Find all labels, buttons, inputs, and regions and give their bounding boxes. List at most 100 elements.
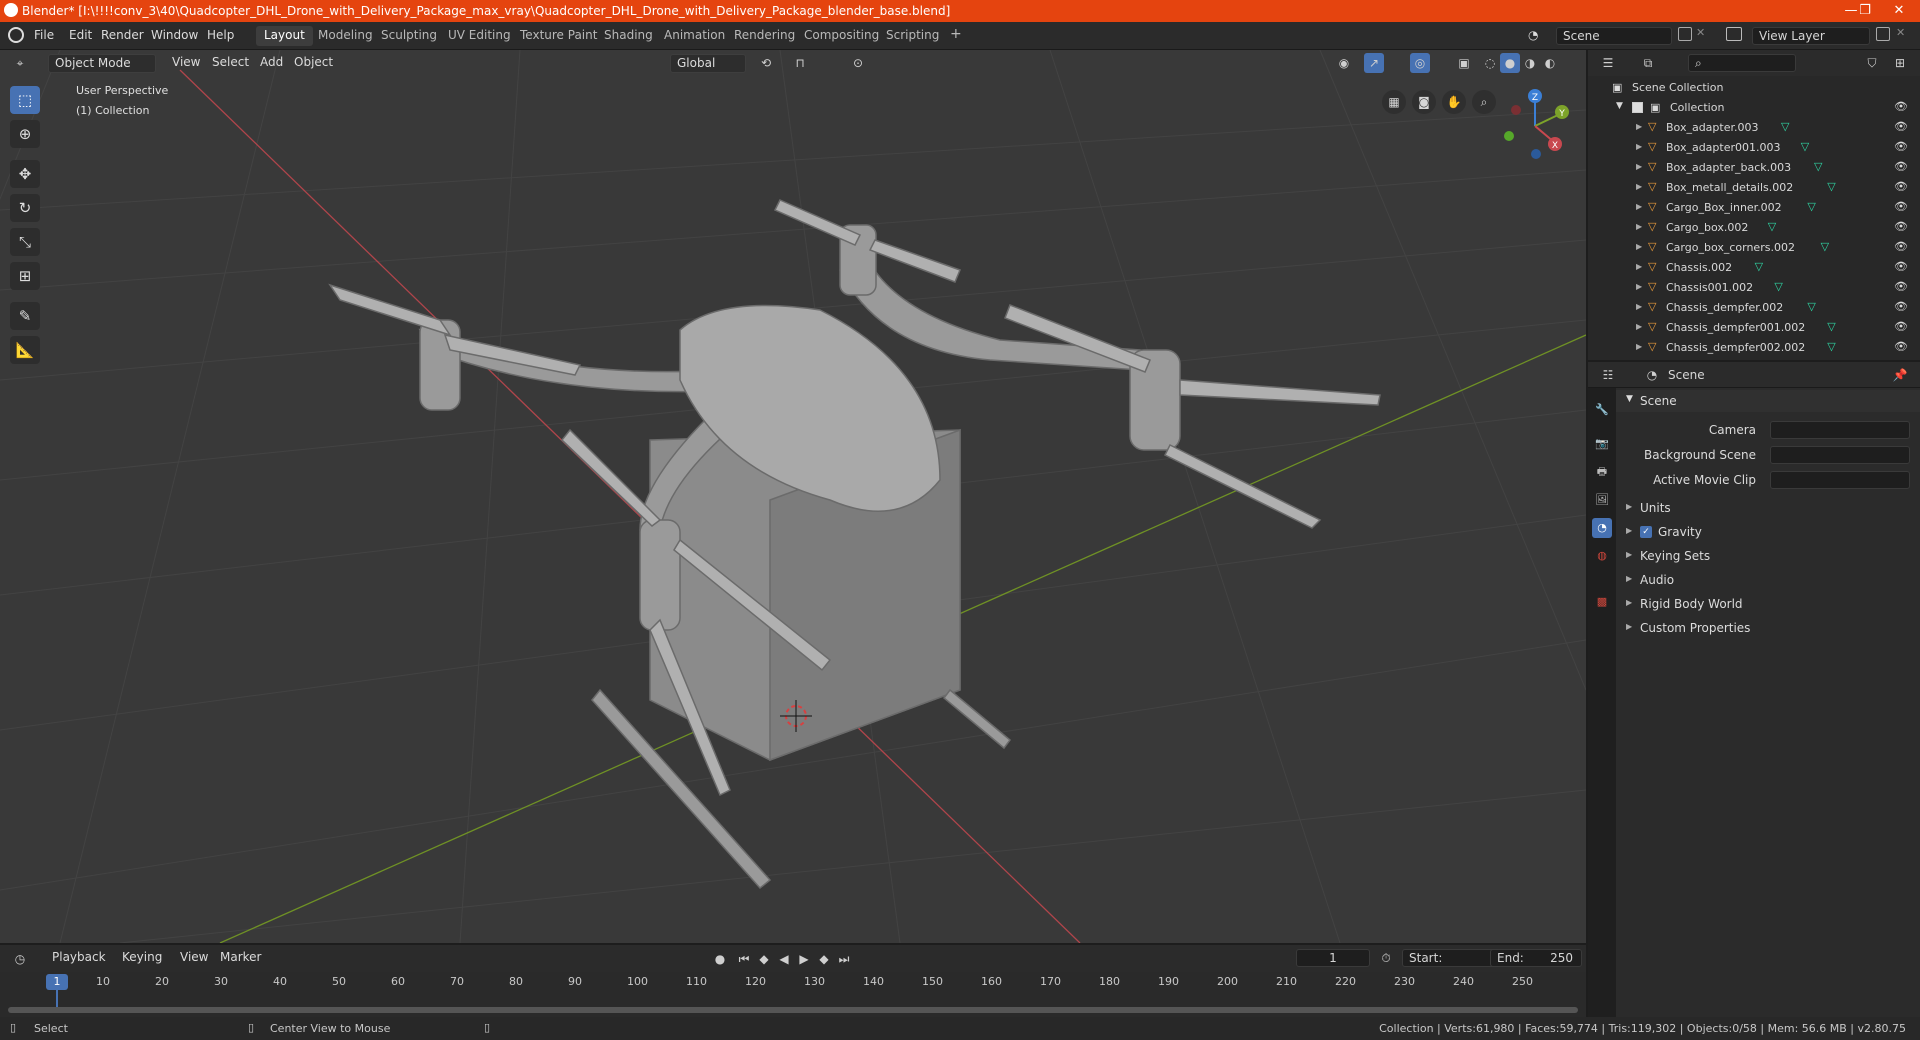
mesh-data-icon[interactable]: ▽	[1821, 240, 1829, 253]
timeline-track[interactable]: 10 20 30 40 50 60 70 80 90 100 110 120 130 140 150 160 1…	[0, 972, 1586, 1017]
visibility-eye-icon[interactable]: 👁	[1894, 140, 1908, 153]
scene-collection-row[interactable]: ▣ Scene Collection	[1588, 78, 1920, 98]
timeline-menu-view[interactable]: View	[174, 949, 214, 968]
outliner-object-row[interactable]: ▶ ▽ Box_metall_details.002 ▽ 👁	[1588, 178, 1920, 198]
output-tab-icon[interactable]: 🖶	[1592, 462, 1612, 482]
visibility-eye-icon[interactable]: 👁	[1894, 120, 1908, 133]
gravity-checkbox[interactable]: ✓	[1640, 526, 1652, 538]
wireframe-shading-icon[interactable]: ◌	[1480, 53, 1500, 73]
outliner-object-row[interactable]: ▶ ▽ Cargo_box_corners.002 ▽ 👁	[1588, 238, 1920, 258]
new-scene-icon[interactable]	[1678, 27, 1692, 41]
collection-checkbox[interactable]	[1632, 102, 1643, 113]
tab-scripting[interactable]: Scripting	[878, 26, 947, 46]
object-visibility-icon[interactable]: ◉	[1334, 53, 1354, 73]
viewport-scene[interactable]	[0, 50, 1586, 943]
scale-tool-icon[interactable]: ⤡	[10, 228, 40, 256]
rendered-shading-icon[interactable]: ◐	[1540, 53, 1560, 73]
visibility-eye-icon[interactable]: 👁	[1894, 340, 1908, 353]
timeline-scrollbar[interactable]	[8, 1007, 1578, 1013]
outliner-object-row[interactable]: ▶ ▽ Cargo_box.002 ▽ 👁	[1588, 218, 1920, 238]
outliner-search-input[interactable]: ⌕	[1688, 54, 1796, 72]
visibility-eye-icon[interactable]: 👁	[1894, 160, 1908, 173]
drone-model[interactable]	[328, 199, 1381, 890]
expand-object-icon[interactable]: ▶	[1636, 202, 1642, 211]
visibility-eye-icon[interactable]: 👁	[1894, 240, 1908, 253]
end-frame-field[interactable]: End: 250	[1490, 949, 1582, 967]
preview-range-icon[interactable]: ⏱	[1376, 948, 1396, 968]
outliner-object-row[interactable]: ▶ ▽ Box_adapter.003 ▽ 👁	[1588, 118, 1920, 138]
outliner-object-row[interactable]: ▶ ▽ Chassis_dempfer.002 ▽ 👁	[1588, 298, 1920, 318]
play-reverse-icon[interactable]: ◀	[774, 949, 794, 969]
visibility-eye-icon[interactable]: 👁	[1894, 220, 1908, 233]
menu-edit[interactable]: Edit	[69, 28, 92, 42]
timeline-editor-type-icon[interactable]: ◷	[10, 949, 30, 969]
section-audio[interactable]: ▶ Audio	[1616, 569, 1920, 591]
prev-keyframe-icon[interactable]: ◆	[754, 949, 774, 969]
viewport-menu-add[interactable]: Add	[254, 54, 289, 73]
section-custom-properties[interactable]: ▶ Custom Properties	[1616, 617, 1920, 639]
snap-icon[interactable]: ⊓	[790, 53, 810, 73]
material-shading-icon[interactable]: ◑	[1520, 53, 1540, 73]
scene-panel-header[interactable]: ▼ Scene	[1616, 390, 1920, 412]
section-rigid-body-world[interactable]: ▶ Rigid Body World	[1616, 593, 1920, 615]
play-icon[interactable]: ▶	[794, 949, 814, 969]
mesh-data-icon[interactable]: ▽	[1774, 280, 1782, 293]
mesh-data-icon[interactable]: ▽	[1768, 220, 1776, 233]
visibility-eye-icon[interactable]: 👁	[1894, 180, 1908, 193]
tab-shading[interactable]: Shading	[596, 26, 661, 46]
mesh-data-icon[interactable]: ▽	[1755, 260, 1763, 273]
outliner-object-row[interactable]: ▶ ▽ Chassis_dempfer001.002 ▽ 👁	[1588, 318, 1920, 338]
camera-view-icon[interactable]: ◙	[1412, 90, 1436, 114]
menu-window[interactable]: Window	[151, 28, 198, 42]
tab-animation[interactable]: Animation	[656, 26, 733, 46]
current-frame-field[interactable]: 1	[1296, 949, 1370, 967]
3d-viewport[interactable]: ⌖ Object Mode View Select Add Object Glo…	[0, 50, 1586, 943]
view-layer-tab-icon[interactable]: 🖼	[1592, 490, 1612, 510]
tab-rendering[interactable]: Rendering	[726, 26, 803, 46]
visibility-eye-icon[interactable]: 👁	[1894, 260, 1908, 273]
visibility-eye-icon[interactable]: 👁	[1894, 320, 1908, 333]
jump-start-icon[interactable]: ⏮	[734, 949, 754, 969]
new-view-layer-icon[interactable]	[1876, 27, 1890, 41]
expand-object-icon[interactable]: ▶	[1636, 262, 1642, 271]
playhead[interactable]: 1	[46, 974, 68, 990]
new-collection-icon[interactable]: ⊞	[1890, 53, 1910, 73]
record-icon[interactable]: ●	[710, 949, 730, 969]
expand-object-icon[interactable]: ▶	[1636, 322, 1642, 331]
viewport-menu-select[interactable]: Select	[206, 54, 255, 73]
editor-type-icon[interactable]: ⌖	[10, 53, 30, 73]
expand-collection-icon[interactable]: ▼	[1616, 101, 1623, 111]
xray-toggle-icon[interactable]: ▣	[1454, 53, 1474, 73]
expand-object-icon[interactable]: ▶	[1636, 302, 1642, 311]
timeline-menu-marker[interactable]: Marker	[214, 949, 267, 968]
mesh-data-icon[interactable]: ▽	[1781, 120, 1789, 133]
add-workspace-button[interactable]: +	[942, 24, 970, 44]
mesh-data-icon[interactable]: ▽	[1827, 180, 1835, 193]
rotate-tool-icon[interactable]: ↻	[10, 194, 40, 222]
transform-tool-icon[interactable]: ⊞	[10, 262, 40, 290]
texture-tab-icon[interactable]: ▩	[1592, 592, 1612, 612]
move-tool-icon[interactable]: ✥	[10, 160, 40, 188]
properties-editor-type-icon[interactable]: ☷	[1598, 365, 1618, 385]
measure-tool-icon[interactable]: 📐	[10, 336, 40, 364]
tab-texture-paint[interactable]: Texture Paint	[512, 26, 605, 46]
select-box-tool-icon[interactable]: ⬚	[10, 86, 40, 114]
outliner-editor-type-icon[interactable]: ☰	[1598, 53, 1618, 73]
outliner-object-row[interactable]: ▶ ▽ Box_adapter001.003 ▽ 👁	[1588, 138, 1920, 158]
outliner-object-row[interactable]: ▶ ▽ Cargo_Box_inner.002 ▽ 👁	[1588, 198, 1920, 218]
blender-menu-icon[interactable]	[8, 27, 24, 43]
expand-object-icon[interactable]: ▶	[1636, 282, 1642, 291]
proportional-edit-icon[interactable]: ⊙	[848, 53, 868, 73]
menu-render[interactable]: Render	[101, 28, 144, 42]
visibility-eye-icon[interactable]: 👁	[1894, 100, 1908, 113]
section-gravity[interactable]: ▶ ✓ Gravity	[1616, 521, 1920, 543]
menu-file[interactable]: File	[34, 28, 54, 42]
jump-end-icon[interactable]: ⏭	[834, 949, 854, 969]
tab-uv-editing[interactable]: UV Editing	[440, 26, 519, 46]
grid-view-icon[interactable]: ▦	[1382, 90, 1406, 114]
scene-tab-icon[interactable]: ◔	[1592, 518, 1612, 538]
pivot-point-icon[interactable]: ⟲	[756, 53, 776, 73]
delete-view-layer-icon[interactable]: ✕	[1896, 26, 1905, 39]
tool-tab-icon[interactable]: 🔧	[1592, 400, 1612, 420]
viewport-menu-view[interactable]: View	[166, 54, 206, 73]
